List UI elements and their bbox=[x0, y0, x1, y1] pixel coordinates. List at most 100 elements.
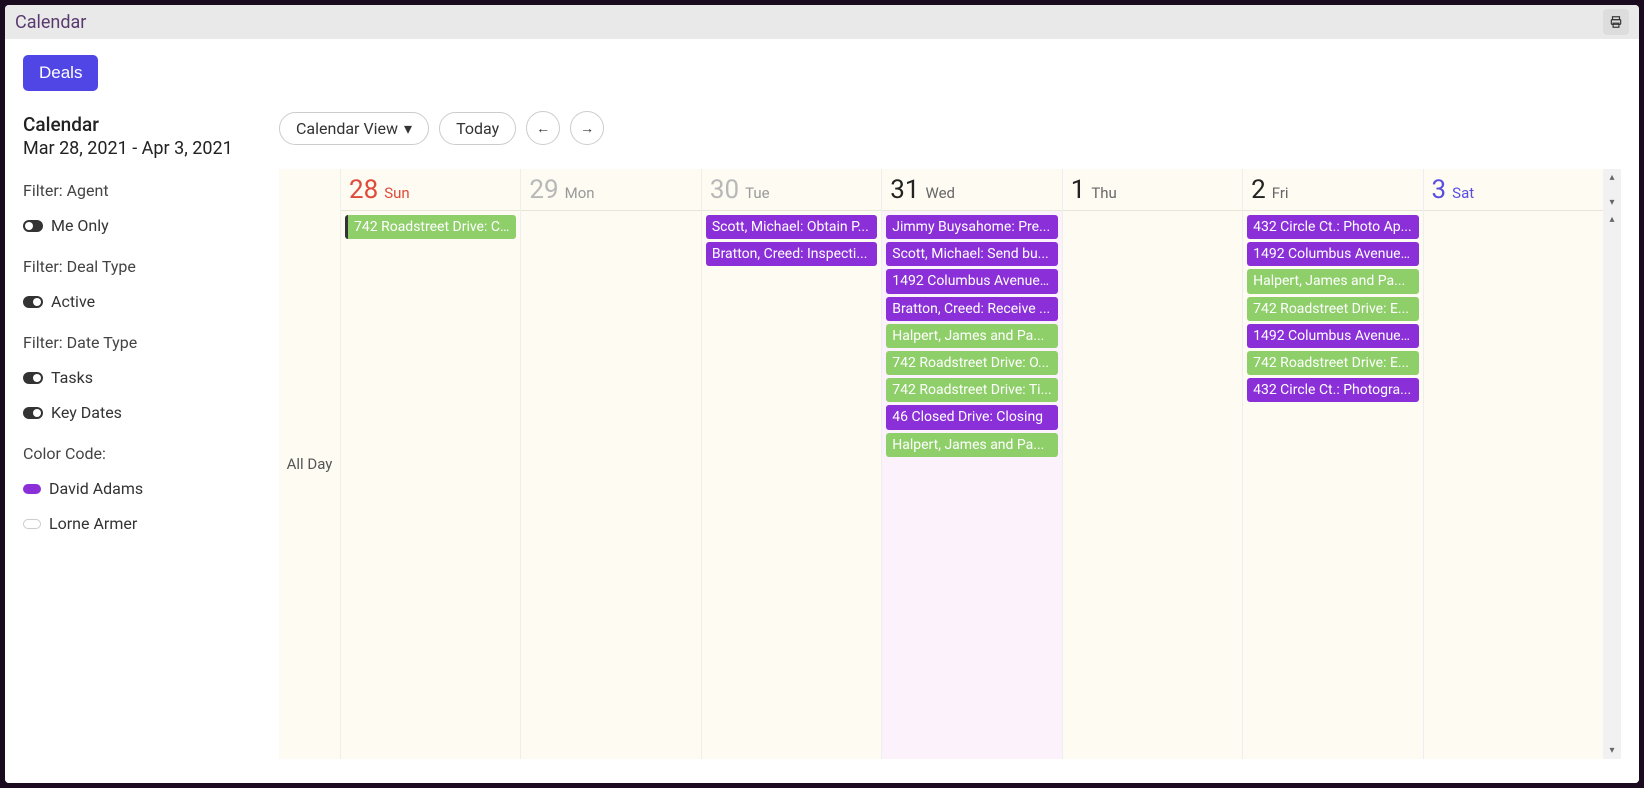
scroll-down-icon: ▾ bbox=[1609, 197, 1614, 208]
me-only-toggle[interactable] bbox=[23, 220, 43, 232]
day-column: 29 Mon bbox=[521, 169, 701, 759]
calendar-event[interactable]: Halpert, James and Pa... bbox=[886, 324, 1057, 348]
day-number: 29 bbox=[529, 175, 558, 205]
calendar-event[interactable]: Halpert, James and Pa... bbox=[886, 433, 1057, 457]
active-toggle[interactable] bbox=[23, 296, 43, 308]
day-column: 30 Tue Scott, Michael: Obtain P... Bratton,… bbox=[702, 169, 882, 759]
today-button[interactable]: Today bbox=[439, 112, 516, 145]
day-body bbox=[1424, 211, 1603, 759]
calendar-event[interactable]: 46 Closed Drive: Closing bbox=[886, 405, 1057, 429]
view-label: Calendar View bbox=[296, 119, 398, 138]
today-label: Today bbox=[456, 119, 499, 138]
calendar-event[interactable]: Bratton, Creed: Inspecti... bbox=[706, 242, 877, 266]
calendar-event[interactable]: Scott, Michael: Send bu... bbox=[886, 242, 1057, 266]
day-name: Fri bbox=[1272, 184, 1289, 202]
day-number: 3 bbox=[1432, 175, 1447, 205]
legend-dot bbox=[23, 484, 41, 494]
calendar-event[interactable]: Jimmy Buysahome: Pre... bbox=[886, 215, 1057, 239]
day-header[interactable]: 2 Fri bbox=[1243, 169, 1422, 211]
calendar-event[interactable]: 1492 Columbus Avenue:... bbox=[886, 269, 1057, 293]
scroll-down-icon: ▾ bbox=[1609, 745, 1614, 756]
day-column: 3 Sat bbox=[1424, 169, 1603, 759]
arrow-right-icon: → bbox=[580, 120, 594, 137]
calendar-event[interactable]: 432 Circle Ct.: Photogra... bbox=[1247, 378, 1418, 402]
calendar-event[interactable]: 742 Roadstreet Drive: O... bbox=[886, 351, 1057, 375]
day-column: 2 Fri 432 Circle Ct.: Photo Ap... 1492 Colu… bbox=[1243, 169, 1423, 759]
calendar-event[interactable]: 1492 Columbus Avenue:... bbox=[1247, 242, 1418, 266]
chevron-down-icon: ▾ bbox=[404, 119, 412, 138]
day-number: 1 bbox=[1071, 175, 1086, 205]
day-body: Jimmy Buysahome: Pre... Scott, Michael: S… bbox=[882, 211, 1061, 759]
titlebar: Calendar bbox=[5, 5, 1639, 39]
legend-dot bbox=[23, 519, 41, 529]
day-body bbox=[521, 211, 700, 759]
me-only-label: Me Only bbox=[51, 216, 109, 235]
day-column: 31 Wed Jimmy Buysahome: Pre... Scott, Micha… bbox=[882, 169, 1062, 759]
main: Calendar View ▾ Today ← → bbox=[273, 53, 1621, 759]
day-header[interactable]: 29 Mon bbox=[521, 169, 700, 211]
legend-name: David Adams bbox=[49, 479, 143, 498]
tasks-label: Tasks bbox=[51, 368, 93, 387]
calendar-event[interactable]: Scott, Michael: Obtain P... bbox=[706, 215, 877, 239]
day-name: Sat bbox=[1452, 184, 1474, 202]
filter-agent-label: Filter: Agent bbox=[23, 181, 273, 200]
legend-name: Lorne Armer bbox=[49, 514, 137, 533]
prev-button[interactable]: ← bbox=[526, 111, 560, 145]
day-name: Wed bbox=[926, 184, 956, 202]
calendar-event[interactable]: 742 Roadstreet Drive: C... bbox=[345, 215, 516, 239]
view-dropdown[interactable]: Calendar View ▾ bbox=[279, 112, 429, 145]
day-body: 432 Circle Ct.: Photo Ap... 1492 Columbus… bbox=[1243, 211, 1422, 759]
day-name: Sun bbox=[384, 184, 409, 202]
legend-row[interactable]: David Adams bbox=[23, 479, 273, 498]
window-title: Calendar bbox=[15, 12, 86, 33]
legend-row[interactable]: Lorne Armer bbox=[23, 514, 273, 533]
page-title: Calendar bbox=[23, 113, 273, 136]
print-icon bbox=[1609, 15, 1623, 29]
day-number: 31 bbox=[890, 175, 919, 205]
calendar-event[interactable]: 432 Circle Ct.: Photo Ap... bbox=[1247, 215, 1418, 239]
colorcode-label: Color Code: bbox=[23, 444, 273, 463]
deals-button[interactable]: Deals bbox=[23, 55, 98, 91]
day-header[interactable]: 31 Wed bbox=[882, 169, 1061, 211]
scroll-up-icon: ▴ bbox=[1609, 172, 1614, 183]
time-column: All Day bbox=[279, 169, 341, 759]
filter-datetype-label: Filter: Date Type bbox=[23, 333, 273, 352]
day-body: 742 Roadstreet Drive: C... bbox=[341, 211, 520, 759]
calendar-body-scroll[interactable]: ▴▾ bbox=[1603, 211, 1621, 759]
calendar-head-scroll[interactable]: ▴ ▾ bbox=[1603, 169, 1621, 211]
day-name: Tue bbox=[745, 184, 769, 202]
day-body bbox=[1063, 211, 1242, 759]
allday-label: All Day bbox=[287, 455, 333, 473]
day-column: 1 Thu bbox=[1063, 169, 1243, 759]
day-name: Mon bbox=[565, 184, 595, 202]
tasks-toggle[interactable] bbox=[23, 372, 43, 384]
date-range: Mar 28, 2021 - Apr 3, 2021 bbox=[23, 138, 273, 159]
calendar-event[interactable]: 742 Roadstreet Drive: Ti... bbox=[886, 378, 1057, 402]
day-header[interactable]: 28 Sun bbox=[341, 169, 520, 211]
keydates-label: Key Dates bbox=[51, 403, 122, 422]
day-column: 28 Sun 742 Roadstreet Drive: C... bbox=[341, 169, 521, 759]
calendar-event[interactable]: Bratton, Creed: Receive ... bbox=[886, 297, 1057, 321]
keydates-toggle[interactable] bbox=[23, 407, 43, 419]
scroll-up-icon: ▴ bbox=[1609, 214, 1614, 225]
next-button[interactable]: → bbox=[570, 111, 604, 145]
controls: Calendar View ▾ Today ← → bbox=[279, 111, 1621, 145]
day-number: 30 bbox=[710, 175, 739, 205]
print-button[interactable] bbox=[1603, 9, 1629, 35]
calendar-event[interactable]: 1492 Columbus Avenue:... bbox=[1247, 324, 1418, 348]
day-number: 28 bbox=[349, 175, 378, 205]
active-label: Active bbox=[51, 292, 95, 311]
day-header[interactable]: 30 Tue bbox=[702, 169, 881, 211]
calendar-event[interactable]: Halpert, James and Pa... bbox=[1247, 269, 1418, 293]
filter-dealtype-label: Filter: Deal Type bbox=[23, 257, 273, 276]
day-header[interactable]: 3 Sat bbox=[1424, 169, 1603, 211]
day-number: 2 bbox=[1251, 175, 1266, 205]
calendar-event[interactable]: 742 Roadstreet Drive: E... bbox=[1247, 297, 1418, 321]
arrow-left-icon: ← bbox=[536, 120, 550, 137]
day-name: Thu bbox=[1091, 184, 1116, 202]
calendar-event[interactable]: 742 Roadstreet Drive: E... bbox=[1247, 351, 1418, 375]
day-header[interactable]: 1 Thu bbox=[1063, 169, 1242, 211]
sidebar: Deals Calendar Mar 28, 2021 - Apr 3, 202… bbox=[23, 53, 273, 759]
calendar: All Day 28Sun742 Roadstreet Drive: C...2… bbox=[279, 169, 1621, 759]
day-body: Scott, Michael: Obtain P... Bratton, Cree… bbox=[702, 211, 881, 759]
